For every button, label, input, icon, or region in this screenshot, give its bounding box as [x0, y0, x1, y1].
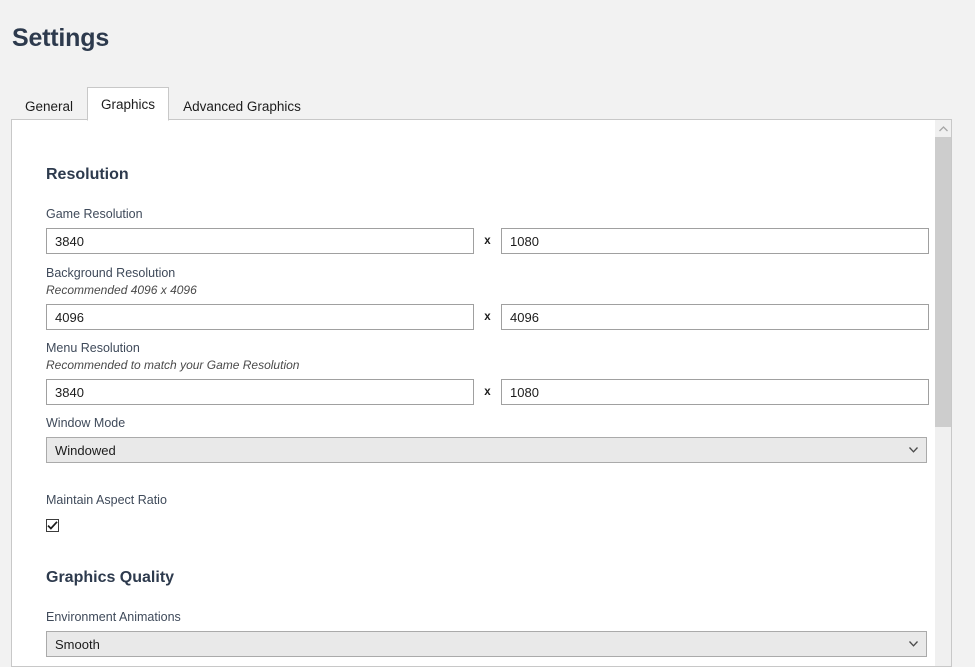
environment-animations-row: Smooth [46, 631, 927, 657]
section-heading-resolution: Resolution [46, 166, 129, 183]
maintain-aspect-ratio-label: Maintain Aspect Ratio [46, 493, 167, 507]
vertical-scrollbar[interactable] [934, 120, 951, 666]
field-menu-resolution: Menu Resolution Recommended to match you… [46, 341, 929, 405]
menu-resolution-label: Menu Resolution [46, 341, 140, 355]
field-environment-animations: Environment Animations Smooth [46, 610, 927, 657]
game-resolution-width-input[interactable] [46, 228, 474, 254]
menu-resolution-separator: x [484, 386, 491, 398]
window-mode-row: Windowed [46, 437, 927, 463]
environment-animations-label: Environment Animations [46, 610, 181, 624]
scrollbar-thumb[interactable] [935, 137, 951, 427]
chevron-up-icon [939, 125, 948, 131]
menu-resolution-height-input[interactable] [501, 379, 929, 405]
field-background-resolution: Background Resolution Recommended 4096 x… [46, 266, 929, 330]
environment-animations-value: Smooth [55, 636, 100, 652]
background-resolution-hint: Recommended 4096 x 4096 [46, 283, 197, 297]
page-title: Settings [12, 24, 110, 52]
scroll-up-button[interactable] [935, 120, 951, 137]
game-resolution-separator: x [484, 235, 491, 247]
background-resolution-separator: x [484, 311, 491, 323]
tab-bar: General Graphics Advanced Graphics [11, 86, 315, 121]
window-mode-value: Windowed [55, 442, 116, 458]
game-resolution-row: x [46, 228, 929, 254]
settings-scroll-content: Resolution Game Resolution x Background … [12, 120, 933, 666]
menu-resolution-width-input[interactable] [46, 379, 474, 405]
tab-general[interactable]: General [11, 92, 87, 120]
chevron-down-icon [909, 447, 918, 453]
background-resolution-width-input[interactable] [46, 304, 474, 330]
background-resolution-row: x [46, 304, 929, 330]
game-resolution-height-input[interactable] [501, 228, 929, 254]
tab-advanced-graphics-label: Advanced Graphics [183, 99, 301, 114]
maintain-aspect-ratio-checkbox[interactable] [46, 519, 59, 532]
field-window-mode: Window Mode Windowed [46, 416, 927, 463]
tab-graphics[interactable]: Graphics [87, 87, 170, 121]
tab-advanced-graphics[interactable]: Advanced Graphics [169, 92, 315, 120]
settings-window: Settings General Graphics Advanced Graph… [0, 0, 975, 667]
background-resolution-label: Background Resolution [46, 266, 176, 280]
settings-content-panel: Resolution Game Resolution x Background … [11, 119, 952, 667]
environment-animations-select[interactable]: Smooth [46, 631, 927, 657]
background-resolution-height-input[interactable] [501, 304, 929, 330]
tab-graphics-label: Graphics [101, 96, 156, 112]
window-mode-select[interactable]: Windowed [46, 437, 927, 463]
tab-general-label: General [25, 99, 74, 114]
window-mode-label: Window Mode [46, 416, 126, 430]
menu-resolution-row: x [46, 379, 929, 405]
menu-resolution-hint: Recommended to match your Game Resolutio… [46, 358, 300, 372]
chevron-down-icon [909, 641, 918, 647]
field-game-resolution: Game Resolution x [46, 207, 929, 254]
field-maintain-aspect-ratio: Maintain Aspect Ratio [46, 493, 167, 535]
checkmark-icon [47, 521, 58, 530]
section-heading-graphics-quality: Graphics Quality [46, 569, 175, 586]
game-resolution-label: Game Resolution [46, 207, 143, 221]
